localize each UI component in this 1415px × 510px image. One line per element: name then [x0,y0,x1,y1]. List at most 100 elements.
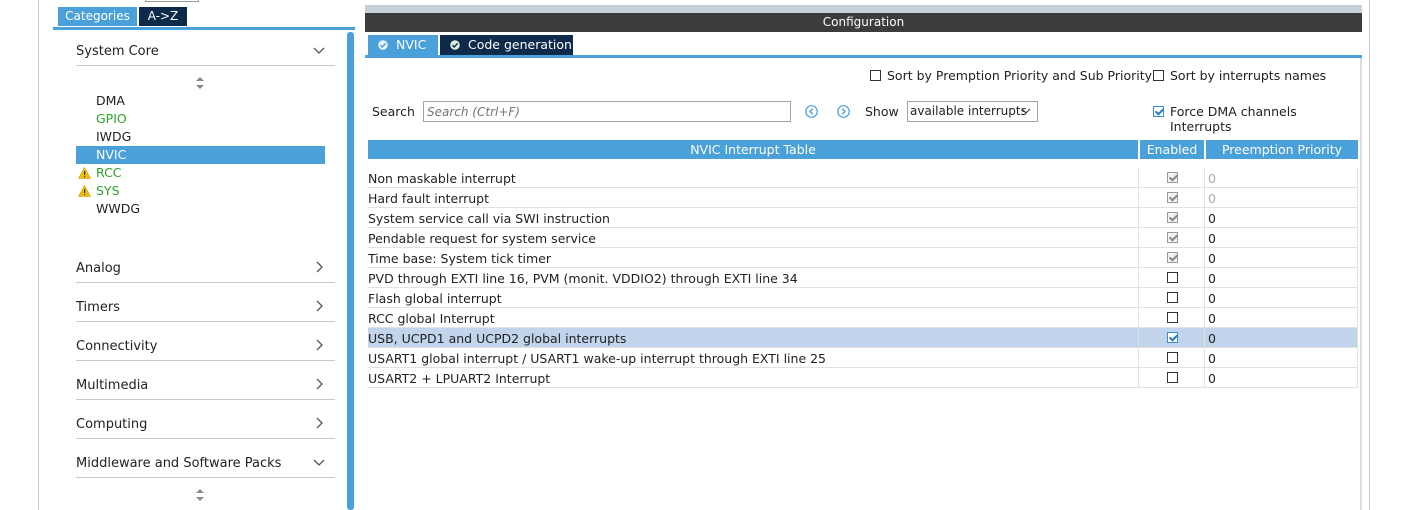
sort-by-names-label: Sort by interrupts names [1170,68,1327,83]
category-label: System Core [76,44,159,59]
config-tab-underline [365,55,1362,58]
interrupt-name: USB, UCPD1 and UCPD2 global interrupts [368,331,627,346]
search-next-icon[interactable] [837,105,850,118]
sort-arrows-icon[interactable] [195,77,205,89]
enabled-checkbox[interactable] [1167,312,1178,323]
table-row[interactable]: USART1 global interrupt / USART1 wake-up… [368,348,1358,368]
core-item-gpio[interactable]: GPIO [76,110,325,128]
enabled-checkbox[interactable] [1167,372,1178,383]
category-label: Middleware and Software Packs [76,456,282,471]
sort-by-priority-checkbox[interactable] [870,70,881,81]
preemption-priority-value[interactable]: 0 [1208,231,1216,246]
sort-by-names-checkbox[interactable] [1153,70,1164,81]
enabled-checkbox [1167,232,1178,243]
chevron-down-icon [1021,108,1031,114]
force-dma-checkbox[interactable] [1153,106,1164,117]
preemption-priority-value[interactable]: 0 [1208,331,1216,346]
preemption-priority-value[interactable]: 0 [1208,311,1216,326]
enabled-checkbox[interactable] [1167,292,1178,303]
table-row[interactable]: Hard fault interrupt 0 [368,188,1358,208]
table-row[interactable]: Time base: System tick timer 0 [368,248,1358,268]
category-timers[interactable]: Timers [76,294,335,322]
column-header-name[interactable]: NVIC Interrupt Table [368,140,1138,159]
table-row[interactable]: Pendable request for system service 0 [368,228,1358,248]
enabled-checkbox[interactable] [1167,332,1178,343]
warning-icon [78,167,91,179]
table-row[interactable]: PVD through EXTI line 16, PVM (monit. VD… [368,268,1358,288]
core-item-sys[interactable]: SYS [76,182,325,200]
core-item-iwdg[interactable]: IWDG [76,128,325,146]
check-circle-icon [378,40,388,50]
tab-a-z[interactable]: A->Z [139,7,187,26]
category-label: Connectivity [76,339,158,354]
chevron-right-icon [316,339,323,351]
preemption-priority-value[interactable]: 0 [1208,211,1216,226]
tab-code-generation[interactable]: Code generation [440,35,573,55]
search-input[interactable] [423,101,791,122]
left-scrollbar[interactable] [347,32,354,510]
tab-categories[interactable]: Categories [58,7,137,26]
enabled-checkbox [1167,252,1178,263]
preemption-priority-value[interactable]: 0 [1208,271,1216,286]
category-system-core[interactable]: System Core [76,38,335,66]
interrupt-name: PVD through EXTI line 16, PVM (monit. VD… [368,271,798,286]
core-item-label: NVIC [96,147,127,162]
category-label: Multimedia [76,378,149,393]
enabled-checkbox[interactable] [1167,352,1178,363]
core-item-dma[interactable]: DMA [76,92,325,110]
search-previous-icon[interactable] [805,105,818,118]
interrupt-name: RCC global Interrupt [368,311,495,326]
core-item-rcc[interactable]: RCC [76,164,325,182]
left-tab-underline [53,27,355,30]
category-multimedia[interactable]: Multimedia [76,372,335,400]
interrupt-name: Hard fault interrupt [368,191,490,206]
column-header-enabled[interactable]: Enabled [1140,140,1204,159]
enabled-checkbox [1167,192,1178,203]
interrupt-name: System service call via SWI instruction [368,211,610,226]
categories-panel: Categories A->Z System Core DMA GPIO IWD… [53,0,355,510]
interrupt-name: Time base: System tick timer [368,251,551,266]
tab-nvic[interactable]: NVIC [368,35,438,55]
enabled-checkbox[interactable] [1167,272,1178,283]
tab-label: NVIC [396,37,427,52]
category-computing[interactable]: Computing [76,411,335,439]
preemption-priority-value: 0 [1208,171,1216,186]
core-item-label: IWDG [96,129,132,144]
warning-icon [78,185,91,197]
preemption-priority-value[interactable]: 0 [1208,371,1216,386]
column-header-priority[interactable]: Preemption Priority [1206,140,1358,159]
tab-label: Code generation [468,37,572,52]
chevron-right-icon [316,300,323,312]
table-row[interactable]: Non maskable interrupt 0 [368,168,1358,188]
category-label: Timers [76,300,120,315]
preemption-priority-value[interactable]: 0 [1208,291,1216,306]
interrupt-name: USART1 global interrupt / USART1 wake-up… [368,351,827,366]
preemption-priority-value[interactable]: 0 [1208,351,1216,366]
table-row[interactable]: USART2 + LPUART2 Interrupt 0 [368,368,1358,388]
core-item-label: DMA [96,93,125,108]
interrupt-name: Non maskable interrupt [368,171,516,186]
sort-arrows-icon[interactable] [195,489,205,501]
core-item-nvic[interactable]: NVIC [76,146,325,164]
table-row[interactable]: Flash global interrupt 0 [368,288,1358,308]
category-connectivity[interactable]: Connectivity [76,333,335,361]
table-row[interactable]: System service call via SWI instruction … [368,208,1358,228]
left-search-field-edge[interactable] [145,0,199,2]
frame-line-left [38,0,39,510]
chevron-right-icon [316,417,323,429]
sort-by-priority-label: Sort by Premption Priority and Sub Prior… [887,68,1153,83]
preemption-priority-value[interactable]: 0 [1208,251,1216,266]
core-item-label: SYS [96,183,120,198]
configuration-panel: Configuration NVIC Code generation Sort … [365,5,1362,510]
category-analog[interactable]: Analog [76,255,335,283]
nvic-table-header: NVIC Interrupt Table Enabled Preemption … [368,140,1358,159]
category-middleware[interactable]: Middleware and Software Packs [76,450,335,478]
panel-top-strip [365,5,1362,13]
show-label: Show [865,104,899,119]
show-filter-select[interactable]: available interrupts [907,101,1038,122]
core-item-wwdg[interactable]: WWDG [76,200,325,218]
table-row[interactable]: RCC global Interrupt 0 [368,308,1358,328]
table-row-selected[interactable]: USB, UCPD1 and UCPD2 global interrupts 0 [368,328,1358,348]
core-item-label: WWDG [96,201,141,216]
search-label: Search [372,104,415,119]
